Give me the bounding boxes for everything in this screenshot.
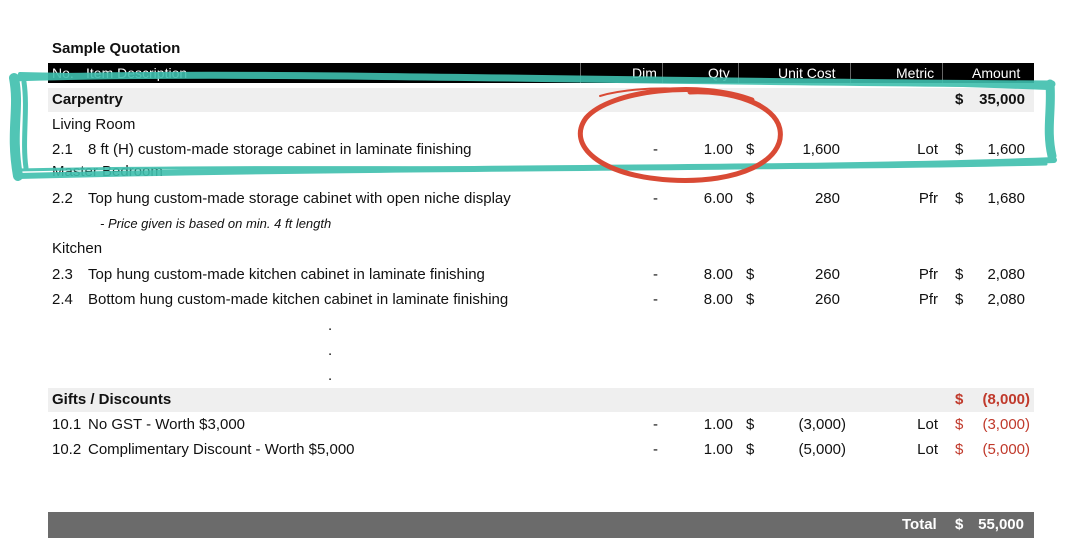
annotation-overlay xyxy=(9,71,1057,183)
teal-highlight-rectangle xyxy=(9,71,1057,181)
